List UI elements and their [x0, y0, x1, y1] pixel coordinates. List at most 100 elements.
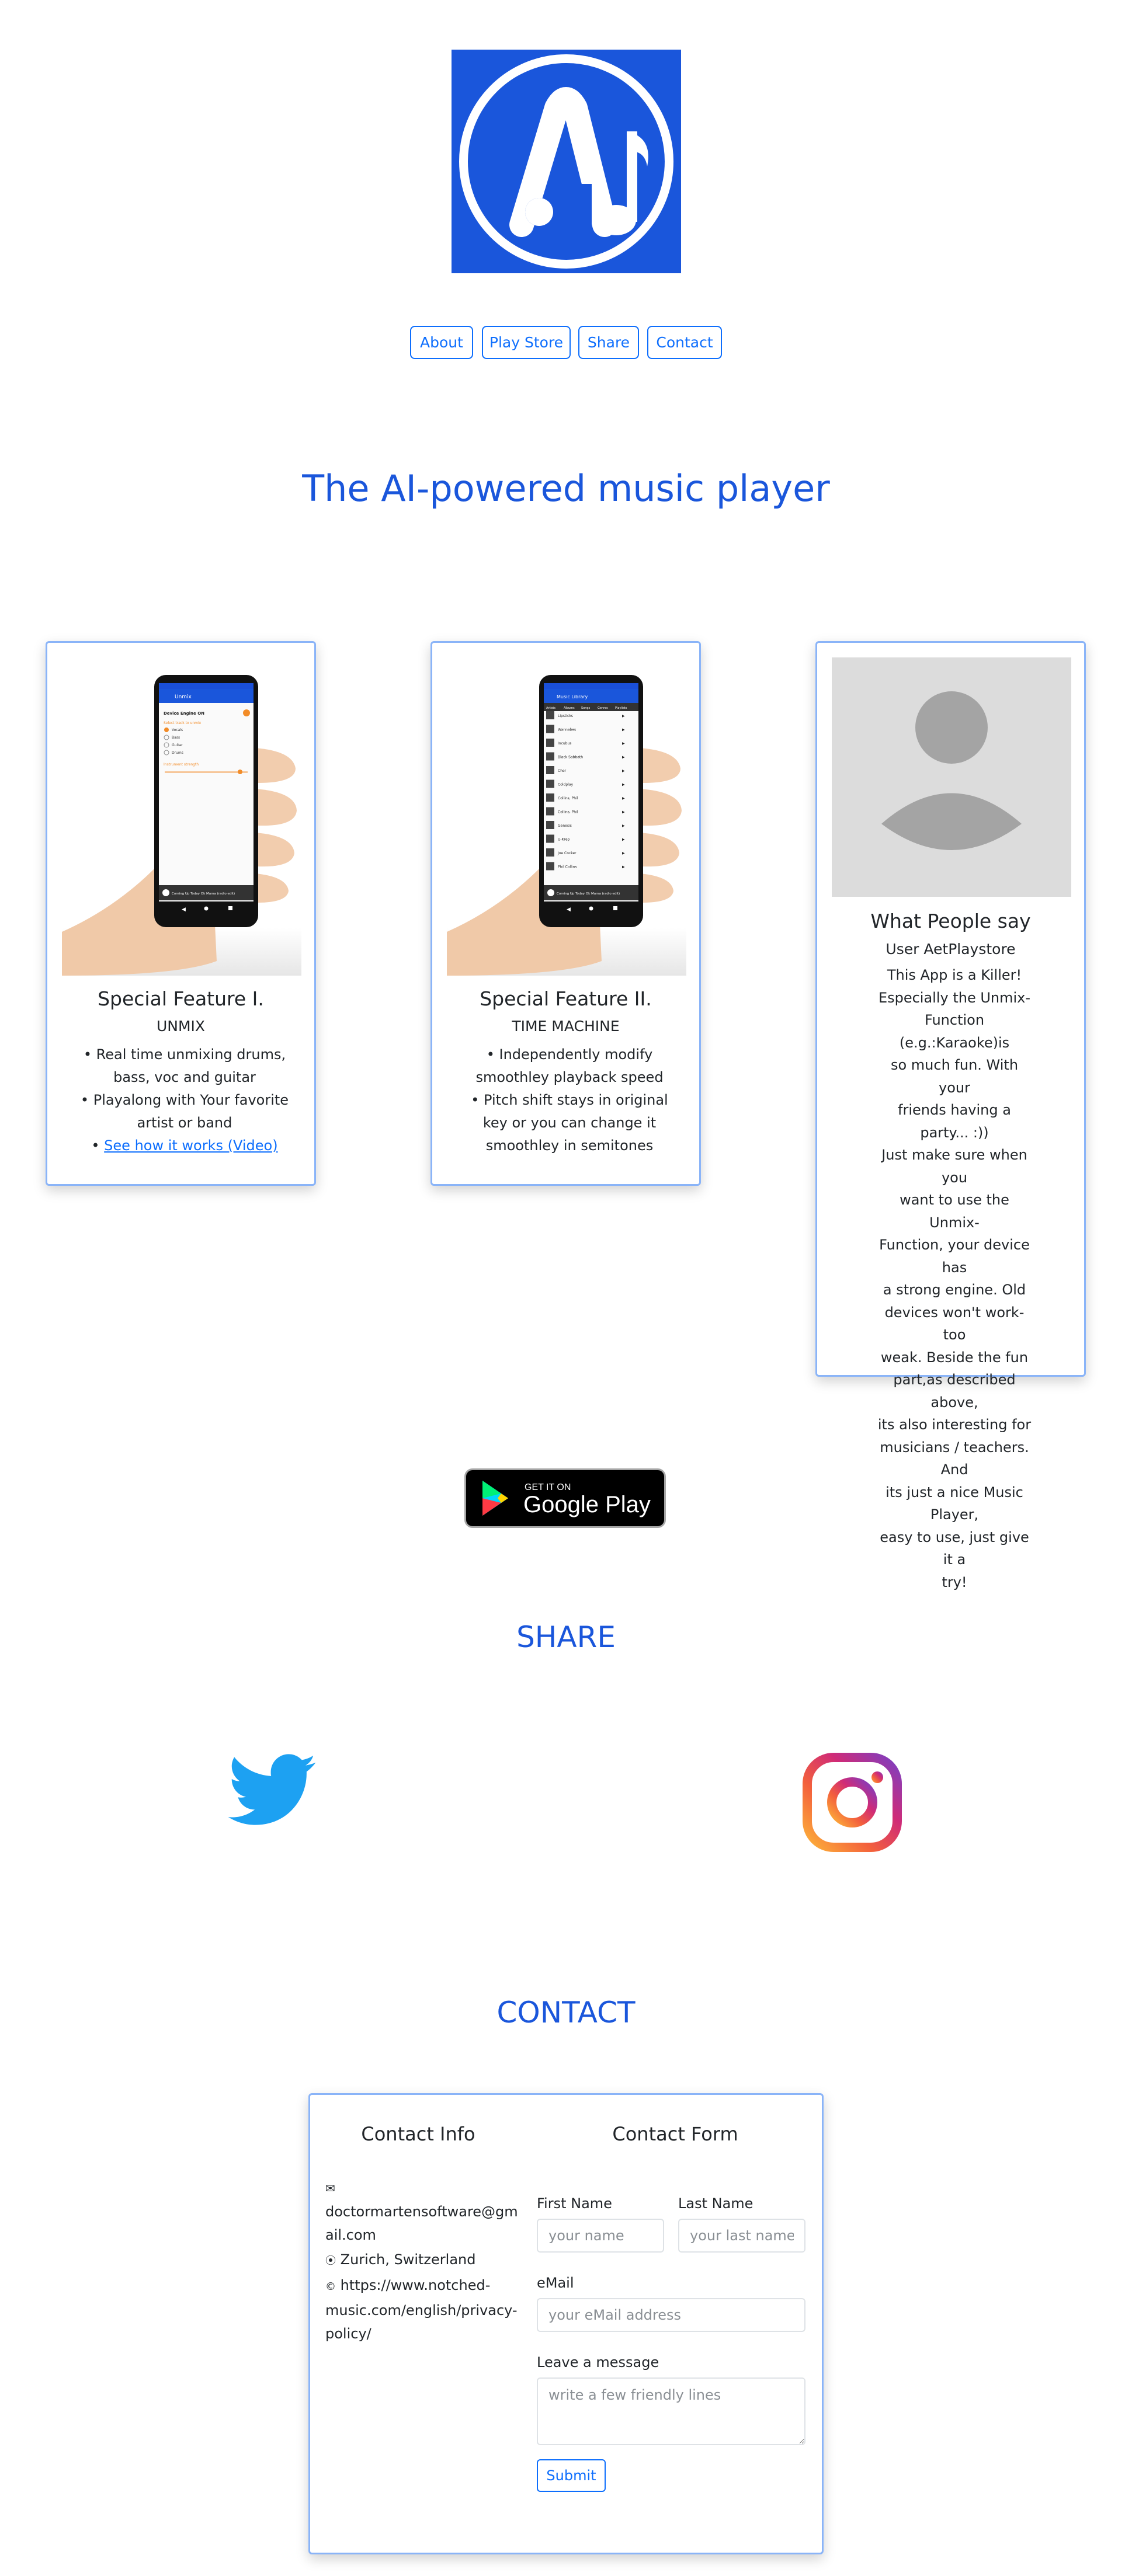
phone-header-text: Music Library — [557, 694, 588, 699]
last-name-label: Last Name — [678, 2195, 753, 2212]
library-row-play-icon: ▶ — [622, 714, 625, 718]
library-row-play-icon: ▶ — [622, 824, 625, 828]
library-row-label: Phil Collins — [558, 865, 577, 869]
review-card: What People say User AetPlaystore This A… — [815, 641, 1086, 1590]
library-row-thumb — [546, 711, 554, 719]
page-headline: The AI-powered music player — [302, 467, 830, 510]
badge-big-text: Google Play — [523, 1492, 651, 1517]
phone-player-text: Coming Up Today Ok Mama (radio edit) — [557, 892, 620, 896]
library-row-thumb — [546, 779, 554, 788]
video-link[interactable]: See how it works (Video) — [104, 1137, 277, 1154]
library-row-label: Cher — [558, 769, 567, 773]
svg-text:Guitar: Guitar — [172, 743, 183, 747]
feature-card-time-machine: Music Library Artists Albums Songs Genre… — [430, 641, 701, 1186]
copyright-icon: © — [325, 2281, 336, 2293]
phone-options-label: Select track to unmix — [164, 721, 202, 725]
feature-bullet: Real time unmixing drums, bass, voc and … — [79, 1043, 290, 1089]
svg-text:Songs: Songs — [581, 706, 591, 710]
nav-share-button[interactable]: Share — [578, 326, 639, 359]
library-row-thumb — [546, 807, 554, 816]
library-row-label: U-Krep — [558, 838, 570, 842]
library-row-thumb — [546, 834, 554, 843]
feature-subtitle: TIME MACHINE — [512, 1018, 620, 1035]
feature-bullet: Independently modify smoothley playback … — [464, 1043, 675, 1089]
library-row-thumb — [546, 752, 554, 761]
nav-contact-button[interactable]: Contact — [647, 326, 722, 359]
library-row-play-icon: ▶ — [622, 742, 625, 746]
twitter-share-button[interactable] — [224, 1746, 323, 1833]
last-name-input[interactable] — [678, 2219, 805, 2253]
library-row-thumb — [546, 848, 554, 857]
library-row-label: Joe Cocker — [557, 851, 577, 855]
svg-text:◀: ◀ — [567, 907, 571, 913]
google-play-icon — [482, 1481, 508, 1516]
svg-text:Playlists: Playlists — [615, 706, 627, 710]
instagram-icon — [803, 1753, 902, 1852]
library-row-play-icon: ▶ — [622, 838, 625, 842]
svg-text:Drums: Drums — [172, 751, 183, 755]
twitter-icon — [228, 1754, 316, 1825]
library-row-label: Black Sabbath — [558, 756, 583, 760]
instagram-share-button[interactable] — [803, 1753, 902, 1852]
feature-bullet-link-item: See how it works (Video) — [79, 1134, 290, 1157]
library-row-play-icon: ▶ — [622, 810, 625, 814]
badge-small-text: GET IT ON — [525, 1482, 571, 1492]
email-input[interactable] — [537, 2298, 805, 2332]
first-name-label: First Name — [537, 2195, 612, 2212]
library-row-play-icon: ▶ — [622, 796, 625, 800]
user-avatar-icon — [881, 691, 1022, 850]
library-row-label: Lipsticks — [558, 714, 573, 718]
svg-text:Genres: Genres — [598, 706, 608, 710]
phone-slider-label: Instrument strength — [164, 763, 199, 767]
contact-policy-link[interactable]: © https://www.notched- music.com/english… — [325, 2274, 518, 2345]
app-logo — [452, 50, 681, 273]
feature-bullet: Pitch shift stays in original key or you… — [464, 1089, 675, 1157]
message-label: Leave a message — [537, 2354, 659, 2370]
svg-text:Bass: Bass — [172, 736, 180, 740]
feature-subtitle: UNMIX — [156, 1018, 206, 1035]
location-pin-icon: ⦿ — [325, 2255, 336, 2267]
review-user: User AetPlaystore — [886, 941, 1016, 958]
phone-screenshot-unmix: Unmix Device Engine ON Select track to u… — [62, 657, 301, 976]
review-title: What People say — [870, 910, 1031, 932]
svg-text:Artists: Artists — [546, 706, 555, 710]
google-play-badge[interactable]: GET IT ON Google Play — [464, 1468, 666, 1528]
contact-location: ⦿ Zurich, Switzerland — [325, 2251, 476, 2268]
contact-form-title: Contact Form — [612, 2123, 738, 2145]
library-row-thumb — [546, 821, 554, 829]
svg-text:Vocals: Vocals — [172, 728, 183, 732]
library-row-play-icon: ▶ — [622, 756, 625, 760]
message-textarea[interactable] — [537, 2377, 805, 2445]
phone-engine-label: Device Engine ON — [164, 711, 204, 716]
phone-player-text: Coming Up Today Ok Mama (radio edit) — [172, 892, 235, 896]
phone-header-text: Unmix — [175, 694, 192, 700]
feature-title: Special Feature I. — [98, 987, 264, 1010]
review-text: This App is a Killer! Especially the Unmi… — [877, 967, 1032, 1590]
library-row-play-icon: ▶ — [622, 783, 625, 787]
library-row-thumb — [546, 766, 554, 774]
library-row-play-icon: ▶ — [622, 769, 625, 773]
library-row-thumb — [546, 725, 554, 733]
submit-button[interactable]: Submit — [537, 2459, 606, 2492]
library-row-thumb — [546, 739, 554, 747]
library-row-label: Wannabes — [558, 728, 576, 732]
feature-title: Special Feature II. — [480, 987, 652, 1010]
nav-play-store-button[interactable]: Play Store — [482, 326, 571, 359]
mail-icon: ✉ — [325, 2181, 335, 2195]
user-avatar-placeholder — [832, 657, 1071, 897]
first-name-input[interactable] — [537, 2219, 664, 2253]
email-label: eMail — [537, 2275, 574, 2291]
feature-card-unmix: Unmix Device Engine ON Select track to u… — [46, 641, 316, 1186]
library-row-label: Collins, Phil — [558, 810, 578, 814]
library-row-label: Genesis — [558, 824, 572, 828]
nav-about-button[interactable]: About — [410, 326, 473, 359]
library-row-label: Coldplay — [558, 783, 573, 787]
library-row-play-icon: ▶ — [622, 865, 625, 869]
svg-text:Albums: Albums — [564, 706, 575, 710]
contact-email: ✉ doctormartensoftware@gm ail.com — [325, 2177, 518, 2247]
library-row-play-icon: ▶ — [622, 728, 625, 732]
contact-heading: CONTACT — [496, 1996, 636, 2030]
library-row-thumb — [546, 862, 554, 871]
feature-bullet-list: Independently modify smoothley playback … — [464, 1043, 675, 1157]
library-row-thumb — [546, 793, 554, 802]
